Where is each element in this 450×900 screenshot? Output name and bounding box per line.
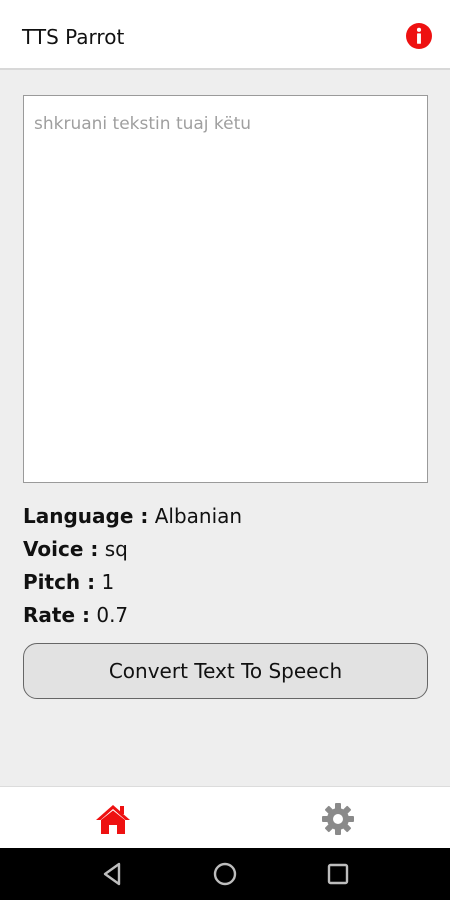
rate-label: Rate :	[23, 603, 90, 627]
language-label: Language :	[23, 504, 149, 528]
pitch-value: 1	[101, 570, 115, 594]
recent-apps-icon[interactable]	[325, 861, 351, 887]
back-icon[interactable]	[100, 861, 126, 887]
language-line: Language : Albanian	[23, 500, 242, 533]
rate-line: Rate : 0.7	[23, 599, 242, 632]
system-navigation-bar	[0, 848, 450, 900]
settings-summary: Language : Albanian Voice : sq Pitch : 1…	[23, 500, 242, 632]
rate-value: 0.7	[96, 603, 129, 627]
voice-label: Voice :	[23, 537, 99, 561]
voice-line: Voice : sq	[23, 533, 242, 566]
voice-value: sq	[104, 537, 128, 561]
info-icon[interactable]	[406, 23, 432, 49]
bottom-navigation	[0, 786, 450, 848]
app-bar: TTS Parrot	[0, 0, 450, 70]
home-circle-icon[interactable]	[212, 861, 238, 887]
text-input[interactable]	[23, 95, 428, 483]
language-value: Albanian	[154, 504, 243, 528]
app-title: TTS Parrot	[22, 25, 125, 49]
pitch-label: Pitch :	[23, 570, 96, 594]
pitch-line: Pitch : 1	[23, 566, 242, 599]
convert-button[interactable]: Convert Text To Speech	[23, 643, 428, 699]
home-icon[interactable]	[95, 803, 131, 835]
gear-icon[interactable]	[320, 803, 356, 835]
